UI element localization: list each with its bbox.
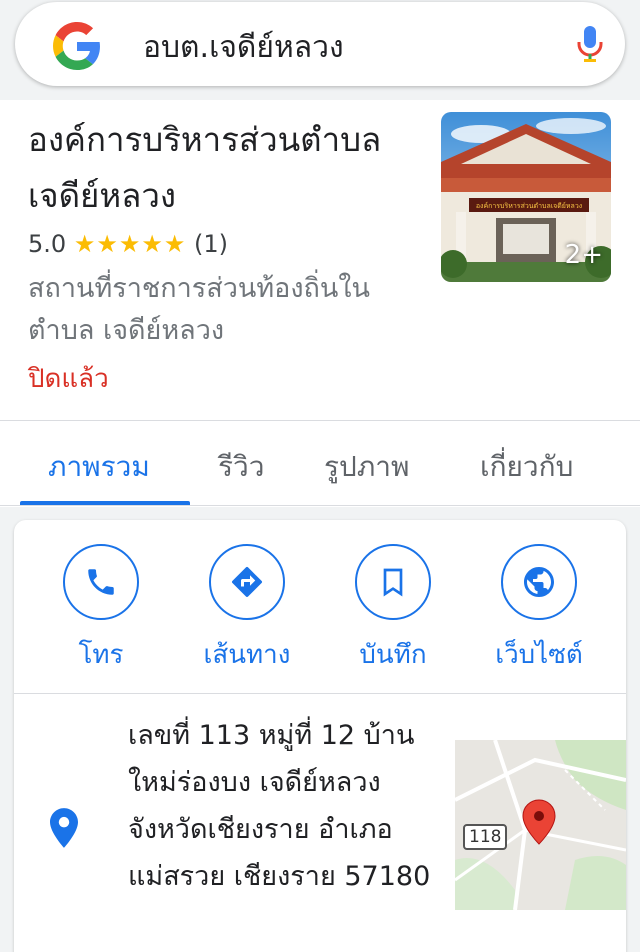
call-button[interactable]: โทร: [41, 544, 161, 675]
website-button[interactable]: เว็บไซต์: [479, 544, 599, 675]
place-photo[interactable]: องค์การบริหารส่วนตำบลเจดีย์หลวง 2+: [441, 112, 611, 282]
address-text[interactable]: เลขที่ 113 หมู่ที่ 12 บ้านใหม่ร่องบง เจด…: [128, 712, 438, 900]
road-number-badge: 118: [463, 824, 508, 850]
place-category: สถานที่ราชการส่วนท้องถิ่นในตำบล เจดีย์หล…: [28, 273, 370, 346]
directions-label: เส้นทาง: [203, 640, 291, 670]
open-status: ปิดแล้ว: [28, 364, 109, 394]
directions-button[interactable]: เส้นทาง: [187, 544, 307, 675]
search-input[interactable]: อบต.เจดีย์หลวง: [143, 24, 344, 71]
star-rating-icon: ★★★★★: [73, 230, 187, 258]
tab-photos[interactable]: รูปภาพ: [324, 445, 409, 489]
microphone-icon[interactable]: [575, 24, 605, 64]
globe-icon: [524, 567, 554, 597]
website-label: เว็บไซต์: [495, 640, 583, 670]
map-thumbnail[interactable]: 118: [455, 740, 626, 910]
search-bar[interactable]: อบต.เจดีย์หลวง: [15, 2, 625, 86]
tab-bar: ภาพรวม รีวิว รูปภาพ เกี่ยวกับ: [0, 421, 640, 507]
bookmark-icon: [383, 568, 403, 597]
save-label: บันทึก: [359, 640, 427, 670]
card-divider: [14, 693, 626, 694]
page: อบต.เจดีย์หลวง องค์การบริหารส่วนตำบลเจดี…: [0, 0, 640, 952]
directions-icon: [232, 566, 263, 597]
tabs-divider: [0, 505, 640, 506]
tab-about[interactable]: เกี่ยวกับ: [480, 445, 573, 489]
search-header: อบต.เจดีย์หลวง: [0, 0, 640, 100]
photo-count: 2+: [564, 240, 603, 270]
place-title: องค์การบริหารส่วนตำบลเจดีย์หลวง: [28, 120, 382, 215]
rating-row[interactable]: 5.0 ★★★★★ (1): [28, 230, 228, 258]
review-count[interactable]: (1): [194, 230, 228, 258]
place-header: องค์การบริหารส่วนตำบลเจดีย์หลวง 5.0 ★★★★…: [0, 100, 640, 420]
location-pin-icon: [50, 808, 78, 848]
rating-value: 5.0: [28, 230, 67, 258]
call-label: โทร: [78, 640, 124, 670]
save-button[interactable]: บันทึก: [333, 544, 453, 675]
building-sign-text: องค์การบริหารส่วนตำบลเจดีย์หลวง: [476, 202, 582, 210]
overview-card: โทร เส้นทาง บันทึก เว็บไซต์ เลขที่ 113 ห…: [14, 520, 626, 952]
phone-icon: [88, 569, 114, 595]
tab-overview[interactable]: ภาพรวม: [48, 445, 150, 489]
google-logo-icon[interactable]: [53, 22, 101, 70]
tab-reviews[interactable]: รีวิว: [218, 445, 264, 489]
